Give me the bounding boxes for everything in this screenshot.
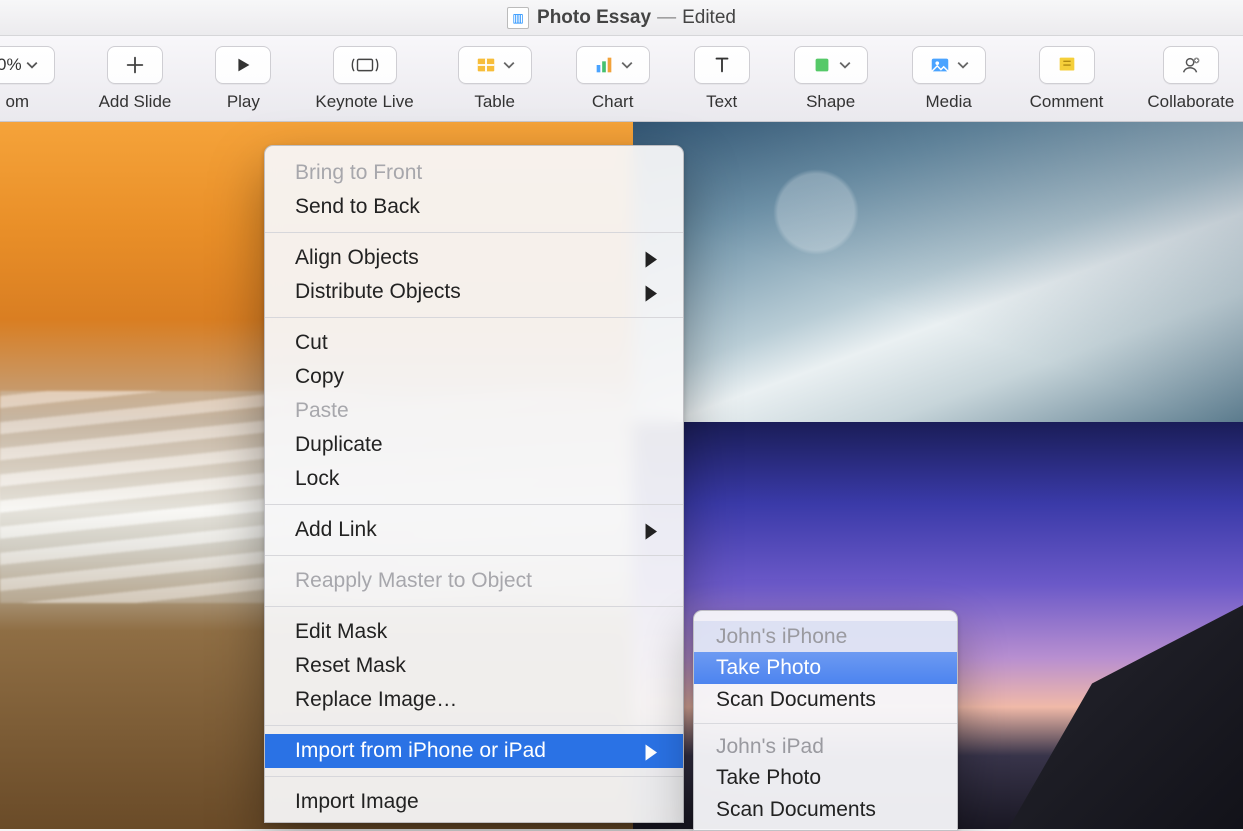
import-device-submenu: John's iPhone Take Photo Scan Documents … (693, 610, 958, 831)
submenu-arrow-icon: ▶ (645, 279, 657, 304)
menu-separator (265, 504, 683, 505)
text-label: Text (706, 92, 737, 112)
shape-label: Shape (806, 92, 855, 112)
media-label: Media (926, 92, 972, 112)
plus-icon (124, 54, 146, 76)
keynote-live-label: Keynote Live (315, 92, 413, 112)
zoom-value: 0% (0, 55, 22, 75)
submenu-take-photo-ipad[interactable]: Take Photo (694, 762, 957, 794)
add-slide-button[interactable] (107, 46, 163, 84)
shape-group: Shape (794, 46, 868, 112)
menu-copy[interactable]: Copy (265, 360, 683, 394)
media-icon (929, 54, 951, 76)
zoom-label: om (5, 92, 29, 112)
menu-cut[interactable]: Cut (265, 326, 683, 360)
menu-separator (265, 606, 683, 607)
menu-edit-mask[interactable]: Edit Mask (265, 615, 683, 649)
menu-send-to-back[interactable]: Send to Back (265, 190, 683, 224)
photo-icy-lake[interactable] (633, 122, 1243, 422)
add-slide-label: Add Slide (99, 92, 172, 112)
title-separator: — (657, 7, 676, 29)
menu-lock[interactable]: Lock (265, 462, 683, 496)
media-button[interactable] (912, 46, 986, 84)
menu-distribute-objects[interactable]: Distribute Objects▶ (265, 275, 683, 309)
document-status: Edited (682, 7, 736, 29)
menu-add-link[interactable]: Add Link▶ (265, 513, 683, 547)
menu-replace-image[interactable]: Replace Image… (265, 683, 683, 717)
zoom-button[interactable]: 0% (0, 46, 55, 84)
chevron-down-icon (957, 54, 969, 76)
submenu-take-photo-iphone[interactable]: Take Photo (694, 652, 957, 684)
menu-bring-to-front: Bring to Front (265, 156, 683, 190)
comment-group: Comment (1030, 46, 1104, 112)
menu-reapply-master: Reapply Master to Object (265, 564, 683, 598)
comment-icon (1056, 54, 1078, 76)
submenu-device-iphone-header: John's iPhone (694, 621, 957, 652)
table-button[interactable] (458, 46, 532, 84)
window-titlebar: ▥ Photo Essay — Edited (0, 0, 1243, 36)
collaborate-button[interactable] (1163, 46, 1219, 84)
zoom-group: 0% om (0, 46, 55, 112)
chevron-down-icon (503, 54, 515, 76)
keynote-live-button[interactable] (333, 46, 397, 84)
submenu-scan-documents-iphone[interactable]: Scan Documents (694, 684, 957, 716)
chevron-down-icon (26, 54, 38, 76)
submenu-arrow-icon: ▶ (645, 738, 657, 763)
menu-reset-mask[interactable]: Reset Mask (265, 649, 683, 683)
table-label: Table (474, 92, 515, 112)
chevron-down-icon (839, 54, 851, 76)
media-group: Media (912, 46, 986, 112)
submenu-arrow-icon: ▶ (645, 245, 657, 270)
menu-separator (265, 776, 683, 777)
submenu-scan-documents-ipad[interactable]: Scan Documents (694, 794, 957, 830)
menu-separator (265, 555, 683, 556)
play-group: Play (215, 46, 271, 112)
menu-align-objects[interactable]: Align Objects▶ (265, 241, 683, 275)
document-title: Photo Essay (537, 7, 651, 29)
submenu-arrow-icon: ▶ (645, 517, 657, 542)
text-icon (711, 54, 733, 76)
chart-button[interactable] (576, 46, 650, 84)
shape-icon (811, 54, 833, 76)
play-label: Play (227, 92, 260, 112)
menu-separator (265, 232, 683, 233)
text-button[interactable] (694, 46, 750, 84)
toolbar: 0% om Add Slide Play Keynote Live (0, 36, 1243, 122)
collaborate-icon (1180, 54, 1202, 76)
shape-button[interactable] (794, 46, 868, 84)
menu-duplicate[interactable]: Duplicate (265, 428, 683, 462)
menu-separator (265, 317, 683, 318)
play-button[interactable] (215, 46, 271, 84)
submenu-device-ipad-header: John's iPad (694, 731, 957, 762)
comment-label: Comment (1030, 92, 1104, 112)
chart-label: Chart (592, 92, 634, 112)
chart-group: Chart (576, 46, 650, 112)
keynote-doc-icon: ▥ (507, 7, 529, 29)
menu-import-image[interactable]: Import Image (265, 785, 683, 822)
submenu-separator (694, 723, 957, 724)
table-group: Table (458, 46, 532, 112)
add-slide-group: Add Slide (99, 46, 172, 112)
text-group: Text (694, 46, 750, 112)
keynote-live-group: Keynote Live (315, 46, 413, 112)
collaborate-group: Collaborate (1147, 46, 1234, 112)
comment-button[interactable] (1039, 46, 1095, 84)
context-menu: Bring to Front Send to Back Align Object… (264, 145, 684, 823)
menu-separator (265, 725, 683, 726)
play-icon (232, 54, 254, 76)
broadcast-icon (350, 54, 380, 76)
menu-import-from-device[interactable]: Import from iPhone or iPad▶ (265, 734, 683, 768)
collaborate-label: Collaborate (1147, 92, 1234, 112)
chart-icon (593, 54, 615, 76)
menu-paste: Paste (265, 394, 683, 428)
chevron-down-icon (621, 54, 633, 76)
table-icon (475, 54, 497, 76)
